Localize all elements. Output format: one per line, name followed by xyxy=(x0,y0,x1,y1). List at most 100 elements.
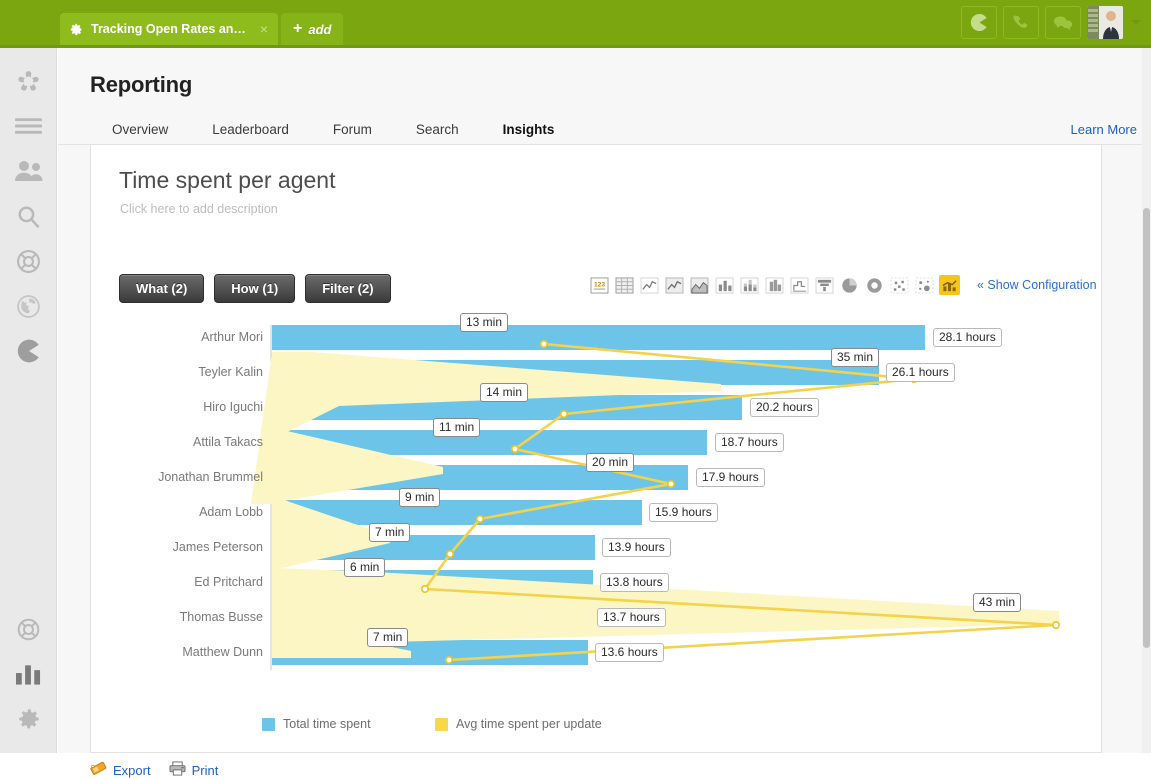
insight-description-placeholder[interactable]: Click here to add description xyxy=(120,202,278,216)
bar-value-label: 26.1 hours xyxy=(886,363,955,382)
sidebar-item-reporting[interactable] xyxy=(0,653,57,698)
scatter-plot-icon[interactable] xyxy=(889,275,910,295)
avg-value-label: 11 min xyxy=(433,418,480,437)
avg-value-label: 43 min xyxy=(973,593,1021,612)
legend-swatch xyxy=(435,718,448,731)
tab-title: Tracking Open Rates and/or ... xyxy=(91,22,250,36)
panel-footer: Export Print xyxy=(90,761,218,779)
histogram-icon[interactable] xyxy=(764,275,785,295)
add-tab-label: add xyxy=(308,22,331,37)
bar-value-label: 13.8 hours xyxy=(600,573,669,592)
visualization-type-toolbar: 123 xyxy=(589,275,960,295)
line-chart-icon[interactable] xyxy=(639,275,660,295)
step-chart-icon[interactable] xyxy=(789,275,810,295)
funnel-chart-icon[interactable] xyxy=(814,275,835,295)
vertical-scrollbar-track[interactable] xyxy=(1142,48,1151,753)
export-button[interactable]: Export xyxy=(90,761,151,779)
sidebar-item-people[interactable] xyxy=(0,150,57,195)
print-button[interactable]: Print xyxy=(169,761,219,779)
bar-chart-icon xyxy=(16,663,41,688)
sidebar-item-insights[interactable] xyxy=(0,330,57,375)
chart-legend: Total time spent Avg time spent per upda… xyxy=(91,713,1103,739)
svg-text:123: 123 xyxy=(594,281,605,288)
lifering-icon xyxy=(16,617,41,645)
sidebar-item-globe[interactable] xyxy=(0,285,57,330)
topbar-actions xyxy=(961,6,1141,39)
pacman-icon-button[interactable] xyxy=(961,6,997,39)
avg-value-label: 7 min xyxy=(369,523,410,542)
avg-value-label: 14 min xyxy=(480,383,528,402)
vertical-scrollbar-thumb[interactable] xyxy=(1143,208,1150,648)
learn-more-link[interactable]: Learn More xyxy=(1071,122,1137,137)
number-table-icon[interactable]: 123 xyxy=(589,275,610,295)
globe-icon xyxy=(16,294,41,322)
spline-chart-icon[interactable] xyxy=(664,275,685,295)
table-icon[interactable] xyxy=(614,275,635,295)
printer-icon xyxy=(169,761,186,779)
page-title: Reporting xyxy=(90,72,192,98)
what-button[interactable]: What (2) xyxy=(119,274,204,303)
avg-value-label: 20 min xyxy=(586,453,634,472)
search-icon xyxy=(16,204,41,232)
plus-icon: + xyxy=(293,21,302,37)
legend-item-avg-time-spent: Avg time spent per update xyxy=(435,717,602,731)
avg-value-label: 7 min xyxy=(367,628,408,647)
bar-value-label: 13.6 hours xyxy=(595,643,664,662)
show-configuration-link[interactable]: « Show Configuration xyxy=(977,278,1097,292)
insight-title[interactable]: Time spent per agent xyxy=(119,167,336,194)
sidebar-item-search[interactable] xyxy=(0,195,57,240)
category-label: Teyler Kalin xyxy=(91,365,263,379)
avatar[interactable] xyxy=(1087,6,1123,39)
sidebar-item-support[interactable] xyxy=(0,240,57,285)
sidebar-item-settings[interactable] xyxy=(0,698,57,743)
category-label: Attila Takacs xyxy=(91,435,263,449)
category-label: Adam Lobb xyxy=(91,505,263,519)
stacked-column-chart-icon[interactable] xyxy=(739,275,760,295)
left-sidebar xyxy=(0,48,57,753)
avg-value-label: 35 min xyxy=(831,348,879,367)
top-bar: Tracking Open Rates and/or ... × + add xyxy=(0,0,1151,48)
lifering-icon xyxy=(16,249,41,277)
donut-chart-icon[interactable] xyxy=(864,275,885,295)
sidebar-item-logo[interactable] xyxy=(0,60,57,105)
print-label: Print xyxy=(192,763,219,778)
bar-value-label: 28.1 hours xyxy=(933,328,1002,347)
bar-value-label: 15.9 hours xyxy=(649,503,718,522)
category-label: Matthew Dunn xyxy=(91,645,263,659)
avg-value-label: 9 min xyxy=(399,488,440,507)
chart: Arthur Mori Teyler Kalin Hiro Iguchi Att… xyxy=(91,321,1103,711)
category-label: James Peterson xyxy=(91,540,263,554)
bar-value-label: 20.2 hours xyxy=(750,398,819,417)
category-label: Hiro Iguchi xyxy=(91,400,263,414)
filter-button[interactable]: Filter (2) xyxy=(305,274,390,303)
combo-chart-icon[interactable] xyxy=(939,275,960,295)
chevron-down-icon[interactable] xyxy=(1131,20,1141,25)
insight-panel: Time spent per agent Click here to add d… xyxy=(90,145,1102,753)
category-label: Arthur Mori xyxy=(91,330,263,344)
legend-label: Total time spent xyxy=(283,717,371,731)
close-icon[interactable]: × xyxy=(260,21,268,37)
bar-value-label: 13.7 hours xyxy=(597,608,666,627)
bar-value-label: 18.7 hours xyxy=(715,433,784,452)
area-chart-icon[interactable] xyxy=(689,275,710,295)
export-icon xyxy=(90,761,107,779)
chat-icon-button[interactable] xyxy=(1045,6,1081,39)
add-tab-button[interactable]: + add xyxy=(281,13,343,45)
main-content: Reporting Overview Leaderboard Forum Sea… xyxy=(58,48,1151,753)
how-button[interactable]: How (1) xyxy=(214,274,295,303)
browser-tab-active[interactable]: Tracking Open Rates and/or ... × xyxy=(60,13,278,45)
avg-value-label: 6 min xyxy=(344,558,385,577)
sidebar-item-menu[interactable] xyxy=(0,105,57,150)
phone-icon-button[interactable] xyxy=(1003,6,1039,39)
category-label: Ed Pritchard xyxy=(91,575,263,589)
menu-icon xyxy=(15,117,42,138)
column-chart-icon[interactable] xyxy=(714,275,735,295)
sidebar-item-help[interactable] xyxy=(0,608,57,653)
pacman-icon xyxy=(16,338,42,367)
bar-value-label: 13.9 hours xyxy=(602,538,671,557)
bubble-chart-icon[interactable] xyxy=(914,275,935,295)
people-icon xyxy=(15,160,43,185)
pie-chart-icon[interactable] xyxy=(839,275,860,295)
export-label: Export xyxy=(113,763,151,778)
gear-icon xyxy=(70,23,83,36)
